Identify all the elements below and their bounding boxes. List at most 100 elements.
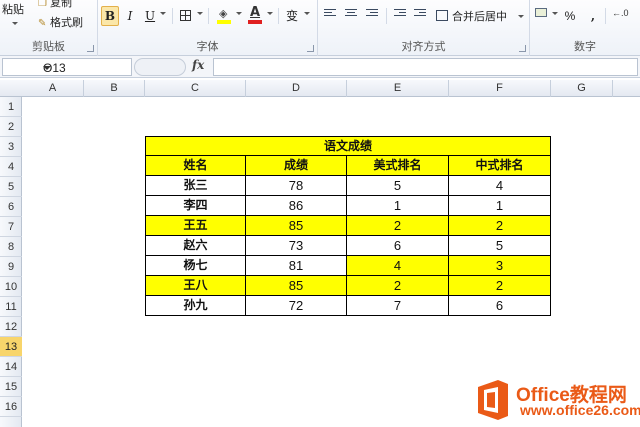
cell-cn-rank[interactable]: 4 — [449, 176, 551, 196]
border-button[interactable] — [180, 10, 191, 21]
border-dropdown-icon[interactable] — [197, 12, 203, 15]
cell-us-rank[interactable]: 7 — [347, 296, 449, 316]
row-header[interactable]: 6 — [0, 197, 22, 217]
cell-name[interactable]: 王五 — [145, 216, 246, 236]
column-header-e[interactable]: E — [347, 80, 449, 97]
cell-name[interactable]: 孙九 — [145, 296, 246, 316]
align-right-icon[interactable] — [366, 9, 378, 20]
cell-cn-rank[interactable]: 1 — [449, 196, 551, 216]
decrease-indent-icon[interactable] — [394, 9, 406, 20]
row-header[interactable]: 2 — [0, 117, 22, 137]
percent-button[interactable]: % — [563, 6, 577, 26]
cell-name[interactable]: 赵六 — [145, 236, 246, 256]
phonetic-dropdown-icon[interactable] — [304, 12, 310, 15]
row-header[interactable]: 1 — [0, 97, 22, 117]
alignment-dialog-launcher-icon[interactable] — [519, 45, 526, 52]
copy-label: 复制 — [50, 0, 72, 9]
phonetic-button[interactable]: 变 — [284, 6, 300, 26]
row-header[interactable]: 4 — [0, 157, 22, 177]
alignment-group: 合并后居中 对齐方式 — [318, 0, 530, 56]
header-name[interactable]: 姓名 — [145, 156, 246, 176]
insert-function-button[interactable]: fx — [192, 58, 212, 76]
table-row: 杨七 81 4 3 — [145, 256, 551, 276]
row-header[interactable]: 11 — [0, 297, 22, 317]
cell-us-rank[interactable]: 2 — [347, 276, 449, 296]
increase-decimal-button[interactable]: ←.0 — [612, 8, 630, 21]
cell-cn-rank[interactable]: 5 — [449, 236, 551, 256]
row-header[interactable]: 9 — [0, 257, 22, 277]
font-color-dropdown-icon[interactable] — [267, 12, 273, 15]
cell-cn-rank[interactable]: 6 — [449, 296, 551, 316]
divider — [605, 8, 606, 24]
cell-cn-rank[interactable]: 3 — [449, 256, 551, 276]
cell-us-rank[interactable]: 1 — [347, 196, 449, 216]
cell-us-rank[interactable]: 4 — [347, 256, 449, 276]
fill-color-dropdown-icon[interactable] — [236, 12, 242, 15]
row-header[interactable]: 12 — [0, 317, 22, 337]
name-box-dropdown-icon[interactable] — [43, 66, 51, 70]
cell-us-rank[interactable]: 2 — [347, 216, 449, 236]
font-color-button[interactable]: A — [248, 5, 262, 24]
row-header[interactable]: 3 — [0, 137, 22, 157]
paste-button[interactable]: 粘贴 — [0, 0, 32, 38]
row-header[interactable]: 15 — [0, 377, 22, 397]
row-header[interactable]: 8 — [0, 237, 22, 257]
column-header-g[interactable]: G — [551, 80, 613, 97]
align-left-icon[interactable] — [324, 9, 336, 20]
cell-name[interactable]: 杨七 — [145, 256, 246, 276]
underline-dropdown-icon[interactable] — [160, 12, 166, 15]
bold-button[interactable]: B — [101, 6, 119, 26]
italic-button[interactable]: I — [123, 6, 137, 26]
cell-score[interactable]: 85 — [246, 216, 347, 236]
cell-score[interactable]: 72 — [246, 296, 347, 316]
row-header[interactable]: 5 — [0, 177, 22, 197]
cell-name[interactable]: 张三 — [145, 176, 246, 196]
cell-score[interactable]: 86 — [246, 196, 347, 216]
header-score[interactable]: 成绩 — [246, 156, 347, 176]
cell-score[interactable]: 81 — [246, 256, 347, 276]
accounting-dropdown-icon[interactable] — [552, 12, 558, 15]
cell-name[interactable]: 王八 — [145, 276, 246, 296]
row-header[interactable]: 14 — [0, 357, 22, 377]
row-header[interactable]: 7 — [0, 217, 22, 237]
column-header-d[interactable]: D — [246, 80, 347, 97]
cell-us-rank[interactable]: 5 — [347, 176, 449, 196]
column-header-c[interactable]: C — [145, 80, 246, 97]
table-title-cell[interactable]: 语文成绩 — [145, 136, 551, 156]
underline-button[interactable]: U — [143, 6, 157, 26]
paste-dropdown-icon[interactable] — [12, 22, 18, 25]
column-header-f[interactable]: F — [449, 80, 551, 97]
comma-button[interactable]: , — [588, 6, 598, 26]
cell-name[interactable]: 李四 — [145, 196, 246, 216]
name-box-resize-handle[interactable] — [134, 58, 186, 76]
align-center-icon[interactable] — [345, 9, 357, 20]
cell-score[interactable]: 78 — [246, 176, 347, 196]
divider — [386, 8, 387, 24]
copy-button[interactable]: ❐ 复制 — [38, 0, 72, 10]
number-group-label: 数字 — [574, 40, 596, 53]
accounting-format-button[interactable] — [535, 8, 549, 21]
clipboard-dialog-launcher-icon[interactable] — [87, 45, 94, 52]
cell-score[interactable]: 85 — [246, 276, 347, 296]
increase-indent-icon[interactable] — [414, 9, 426, 20]
row-header[interactable]: 16 — [0, 397, 22, 417]
formula-input[interactable] — [213, 58, 638, 76]
cell-us-rank[interactable]: 6 — [347, 236, 449, 256]
font-dialog-launcher-icon[interactable] — [307, 45, 314, 52]
column-header-b[interactable]: B — [84, 80, 145, 97]
header-us-rank[interactable]: 美式排名 — [347, 156, 449, 176]
format-painter-button[interactable]: ✎ 格式刷 — [38, 14, 83, 30]
row-header-active[interactable]: 13 — [0, 337, 22, 357]
cell-cn-rank[interactable]: 2 — [449, 276, 551, 296]
row-header[interactable]: 10 — [0, 277, 22, 297]
cell-score[interactable]: 73 — [246, 236, 347, 256]
column-header-a[interactable]: A — [22, 80, 84, 97]
ribbon: 粘贴 ❐ 复制 ✎ 格式刷 剪贴板 B I U ◈ A 变 字体 合并后居中 对… — [0, 0, 640, 56]
name-box[interactable]: O13 — [2, 58, 132, 76]
merge-center-button[interactable]: 合并后居中 — [436, 6, 524, 26]
table-row: 李四 86 1 1 — [145, 196, 551, 216]
cell-cn-rank[interactable]: 2 — [449, 216, 551, 236]
fill-color-button[interactable]: ◈ — [217, 6, 231, 24]
clipboard-group-label: 剪贴板 — [32, 40, 65, 53]
header-cn-rank[interactable]: 中式排名 — [449, 156, 551, 176]
